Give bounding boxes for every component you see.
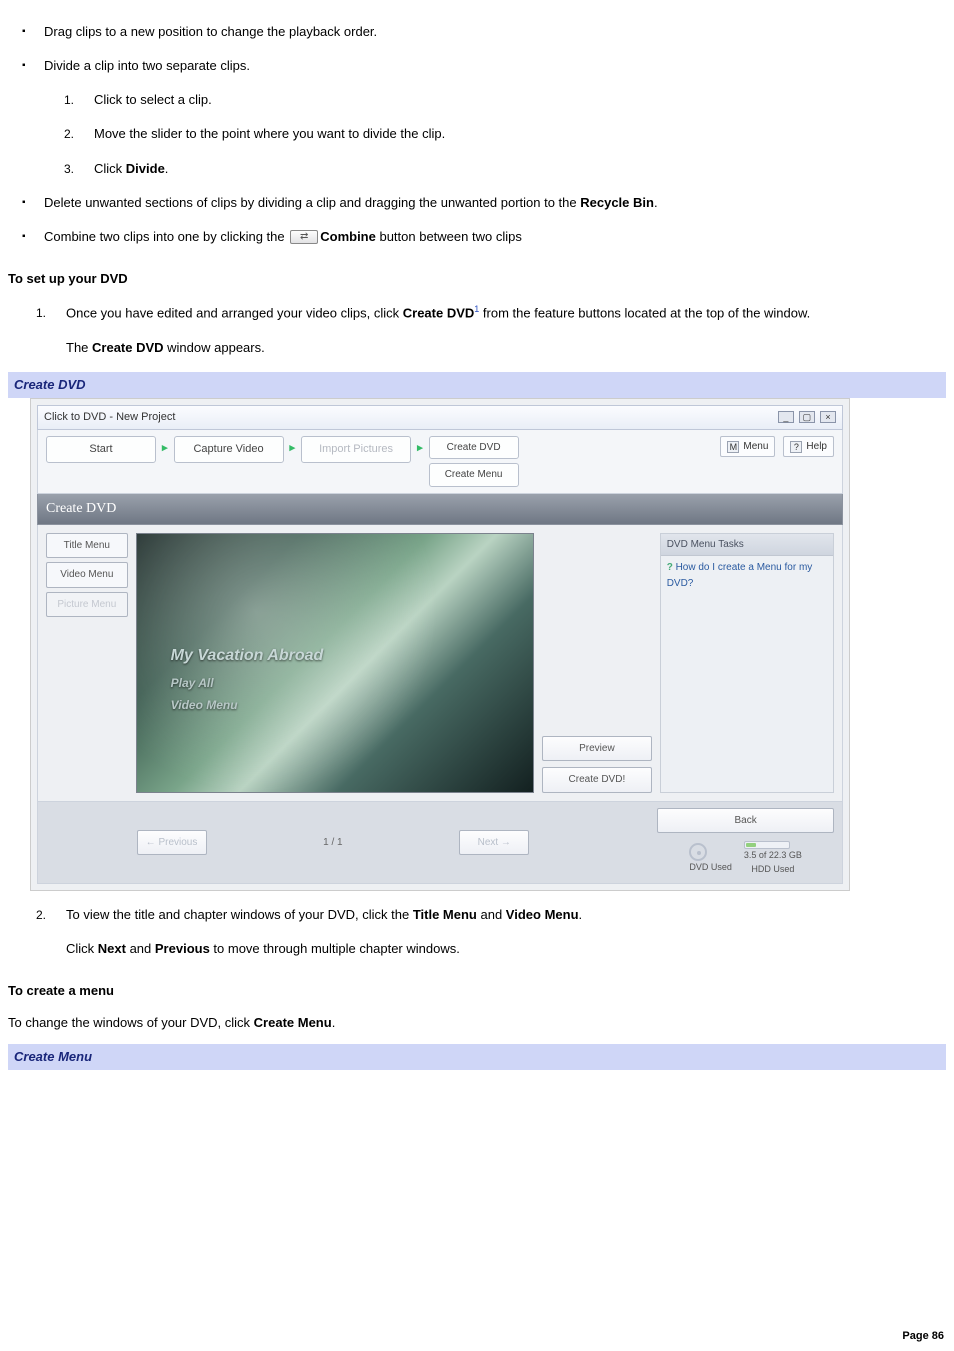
chevron-right-icon: ▸ [411, 436, 429, 461]
create-dvd-keyword: Create DVD [403, 305, 475, 320]
page-number: Page 86 [902, 1328, 944, 1345]
text: The [66, 340, 92, 355]
heading-setup-dvd: To set up your DVD [8, 269, 946, 289]
text: Combine two clips into one by clicking t… [44, 229, 288, 244]
menu-glyph-icon: M [727, 441, 739, 453]
next-keyword: Next [98, 941, 126, 956]
text: . [579, 907, 583, 922]
text: Click [94, 161, 126, 176]
create-dvd-keyword: Create DVD [92, 340, 164, 355]
dvd-preview: My Vacation Abroad Play All Video Menu [136, 533, 534, 793]
pager: ← Previous 1 / 1 Next → [137, 830, 530, 856]
crumb-create-menu[interactable]: Create Menu [429, 463, 519, 487]
tab-video-menu[interactable]: Video Menu [46, 562, 128, 588]
hdd-used-label: HDD Used [744, 863, 802, 877]
bullet-combine: Combine two clips into one by clicking t… [16, 227, 946, 247]
crumb-capture-video[interactable]: Capture Video [174, 436, 284, 463]
text: Move the slider to the point where you w… [94, 126, 445, 141]
figure-caption-create-dvd: Create DVD [8, 372, 946, 398]
text: button between two clips [376, 229, 522, 244]
menu-button[interactable]: MMenu [720, 436, 775, 458]
divide-step-3: 3. Click Divide. [64, 159, 946, 179]
text: Once you have edited and arranged your v… [66, 305, 403, 320]
help-glyph-icon: ? [790, 441, 802, 453]
usage-status: DVD Used 3.5 of 22.3 GB HDD Used [657, 841, 834, 877]
text: Delete unwanted sections of clips by div… [44, 195, 580, 210]
setup-step-2-note: Click Next and Previous to move through … [66, 939, 946, 959]
bullet-delete: Delete unwanted sections of clips by div… [16, 193, 946, 213]
text: and [126, 941, 155, 956]
create-menu-keyword: Create Menu [254, 1015, 332, 1030]
back-button[interactable]: Back [657, 808, 834, 834]
divide-keyword: Divide [126, 161, 165, 176]
text: Click [66, 941, 98, 956]
task-pane: DVD Menu Tasks How do I create a Menu fo… [660, 533, 834, 793]
setup-result: The Create DVD window appears. [66, 338, 946, 358]
crumb-start[interactable]: Start [46, 436, 156, 463]
bullet-divide: Divide a clip into two separate clips. 1… [16, 56, 946, 179]
pager-count: 1 / 1 [217, 835, 450, 851]
text: Drag clips to a new position to change t… [44, 24, 377, 39]
pager-previous: ← Previous [137, 830, 207, 856]
figure-caption-create-menu: Create Menu [8, 1044, 946, 1070]
recycle-bin-keyword: Recycle Bin [580, 195, 654, 210]
text: To view the title and chapter windows of… [66, 907, 413, 922]
dvd-used-label: DVD Used [689, 861, 732, 875]
preview-video-menu[interactable]: Video Menu [171, 696, 238, 715]
preview-play-all[interactable]: Play All [171, 674, 214, 693]
tab-picture-menu: Picture Menu [46, 592, 128, 618]
minimize-icon[interactable]: _ [778, 411, 794, 423]
chevron-right-icon: ▸ [284, 436, 302, 461]
bullet-drag: Drag clips to a new position to change t… [16, 22, 946, 42]
hdd-stat: 3.5 of 22.3 GB [744, 849, 802, 863]
crumb-import-pictures: Import Pictures [301, 436, 411, 463]
pager-next: Next → [459, 830, 529, 856]
crumb-create-dvd[interactable]: Create DVD [429, 436, 519, 460]
text: Click to select a clip. [94, 92, 212, 107]
text: to move through multiple chapter windows… [210, 941, 460, 956]
text: from the feature buttons located at the … [479, 305, 810, 320]
create-menu-body: To change the windows of your DVD, click… [8, 1013, 946, 1033]
previous-keyword: Previous [155, 941, 210, 956]
text: To change the windows of your DVD, click [8, 1015, 254, 1030]
create-dvd-button[interactable]: Create DVD! [542, 767, 652, 793]
close-icon[interactable]: × [820, 411, 836, 423]
section-title: Create DVD [37, 494, 843, 525]
chevron-right-icon: ▸ [156, 436, 174, 461]
preview-title: My Vacation Abroad [171, 644, 324, 669]
setup-step-2: 2. To view the title and chapter windows… [36, 905, 946, 959]
maximize-icon[interactable]: ▢ [799, 411, 815, 423]
text: . [165, 161, 169, 176]
text: and [477, 907, 506, 922]
help-button[interactable]: ?Help [783, 436, 834, 458]
window-controls: _ ▢ × [776, 409, 836, 426]
video-menu-keyword: Video Menu [506, 907, 579, 922]
combine-keyword: Combine [320, 229, 376, 244]
task-pane-header: DVD Menu Tasks [661, 534, 833, 557]
screenshot-create-dvd: Click to DVD - New Project _ ▢ × Start ▸… [30, 398, 850, 891]
title-menu-keyword: Title Menu [413, 907, 477, 922]
text: window appears. [164, 340, 265, 355]
window-title: Click to DVD - New Project [44, 409, 175, 426]
setup-step-1: 1. Once you have edited and arranged you… [36, 303, 946, 358]
heading-create-menu: To create a menu [8, 981, 946, 1001]
window-titlebar: Click to DVD - New Project _ ▢ × [37, 405, 843, 430]
divide-step-2: 2.Move the slider to the point where you… [64, 124, 946, 144]
preview-button[interactable]: Preview [542, 736, 652, 762]
disc-icon [689, 843, 707, 861]
text: . [654, 195, 658, 210]
combine-icon [290, 230, 318, 244]
hdd-bar-icon [744, 841, 790, 849]
breadcrumb: Start ▸ Capture Video ▸ Import Pictures … [37, 430, 843, 494]
text: Divide a clip into two separate clips. [44, 58, 250, 73]
tab-title-menu[interactable]: Title Menu [46, 533, 128, 559]
divide-step-1: 1.Click to select a clip. [64, 90, 946, 110]
task-pane-link[interactable]: How do I create a Menu for my DVD? [661, 556, 833, 595]
text: . [332, 1015, 336, 1030]
